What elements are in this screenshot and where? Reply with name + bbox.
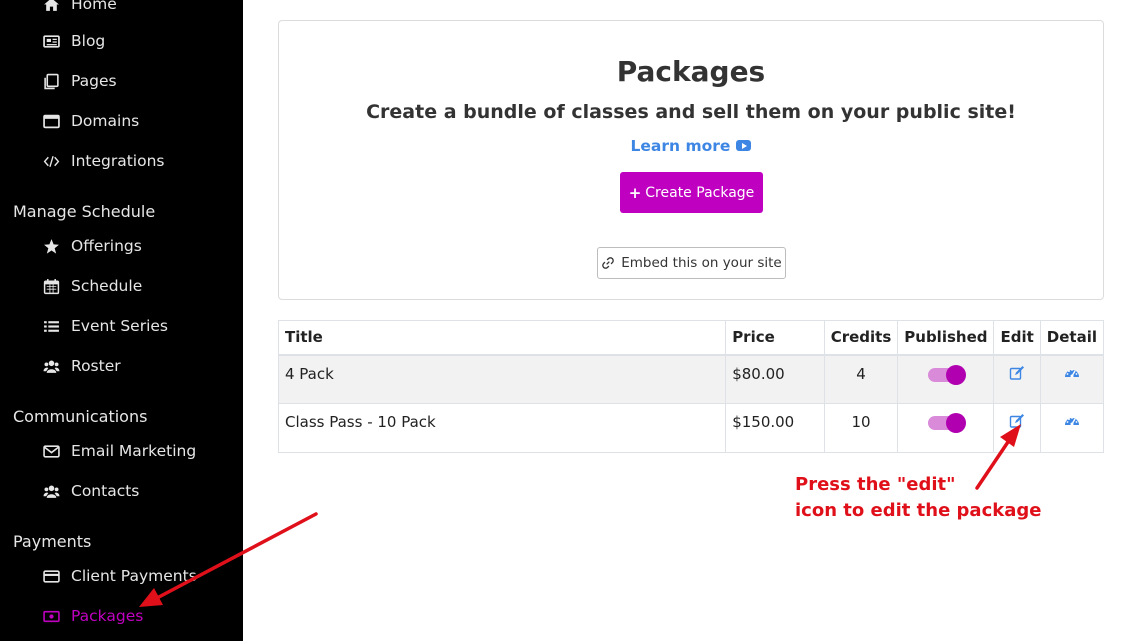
column-header-title[interactable]: Title bbox=[277, 320, 727, 356]
pages-icon bbox=[42, 72, 60, 90]
annotation-text: Press the "edit" icon to edit the packag… bbox=[795, 472, 1041, 524]
sidebar-item-label: Schedule bbox=[71, 277, 143, 295]
table-row: Class Pass - 10 Pack $150.00 10 bbox=[277, 403, 1105, 453]
newspaper-icon bbox=[42, 32, 60, 50]
column-header-detail: Detail bbox=[1039, 320, 1105, 356]
published-toggle[interactable] bbox=[927, 413, 966, 433]
sidebar-item-label: Contacts bbox=[71, 482, 140, 500]
sidebar-item-label: Home bbox=[71, 0, 117, 13]
link-icon bbox=[602, 257, 615, 269]
calendar-icon bbox=[42, 277, 60, 295]
sidebar-item-offerings[interactable]: Offerings bbox=[42, 233, 142, 259]
annotation-line-1: Press the "edit" bbox=[795, 474, 956, 495]
edit-icon[interactable] bbox=[1009, 365, 1025, 381]
sidebar-item-packages[interactable]: Packages bbox=[42, 603, 143, 629]
code-icon bbox=[42, 152, 60, 170]
page-title: Packages bbox=[616, 55, 766, 88]
table-header-row: Title Price Credits Published Edit Detai… bbox=[277, 320, 1105, 356]
sidebar-item-label: Packages bbox=[71, 607, 144, 625]
create-package-button[interactable]: + Create Package bbox=[620, 172, 763, 213]
users-icon bbox=[42, 482, 60, 500]
home-icon bbox=[42, 0, 60, 13]
dashboard-icon[interactable] bbox=[1064, 413, 1080, 429]
learn-more-link[interactable]: Learn more bbox=[279, 137, 1103, 155]
table-row: 4 Pack $80.00 4 bbox=[277, 354, 1105, 404]
star-icon bbox=[42, 237, 60, 255]
sidebar-item-event-series[interactable]: Event Series bbox=[42, 313, 168, 339]
cell-detail bbox=[1039, 354, 1105, 404]
cell-published bbox=[897, 354, 995, 404]
list-icon bbox=[42, 317, 60, 335]
sidebar-item-label: Client Payments bbox=[71, 567, 197, 585]
cell-detail bbox=[1039, 403, 1105, 453]
sidebar-item-label: Pages bbox=[71, 72, 117, 90]
users-icon bbox=[42, 357, 60, 375]
sidebar-item-domains[interactable]: Domains bbox=[42, 108, 139, 134]
column-header-published[interactable]: Published bbox=[897, 320, 995, 356]
cell-edit bbox=[993, 403, 1041, 453]
cell-credits: 10 bbox=[823, 403, 899, 453]
sidebar-item-email-marketing[interactable]: Email Marketing bbox=[42, 438, 196, 464]
packages-header-card: Packages Create a bundle of classes and … bbox=[278, 20, 1104, 300]
sidebar-item-client-payments[interactable]: Client Payments bbox=[42, 563, 197, 589]
create-package-label: Create Package bbox=[645, 184, 755, 201]
sidebar: Home Blog Pages Domains Integrations Man… bbox=[0, 0, 243, 641]
money-icon bbox=[42, 607, 60, 625]
learn-more-label: Learn more bbox=[630, 137, 731, 155]
youtube-icon bbox=[736, 140, 752, 151]
envelope-icon bbox=[42, 442, 60, 460]
published-toggle[interactable] bbox=[927, 364, 966, 385]
sidebar-item-blog[interactable]: Blog bbox=[42, 28, 105, 54]
sidebar-item-integrations[interactable]: Integrations bbox=[42, 148, 164, 174]
sidebar-item-label: Event Series bbox=[71, 317, 168, 335]
embed-button[interactable]: Embed this on your site bbox=[597, 247, 786, 279]
cell-published bbox=[897, 403, 995, 453]
cell-price: $80.00 bbox=[725, 354, 825, 404]
sidebar-item-home[interactable]: Home bbox=[42, 0, 117, 17]
cell-title: 4 Pack bbox=[277, 354, 727, 404]
cell-title: Class Pass - 10 Pack bbox=[277, 403, 727, 453]
window-icon bbox=[42, 112, 60, 130]
sidebar-item-label: Offerings bbox=[71, 237, 142, 255]
edit-icon[interactable] bbox=[1009, 413, 1025, 429]
dashboard-icon[interactable] bbox=[1064, 365, 1080, 381]
column-header-edit: Edit bbox=[993, 320, 1041, 356]
sidebar-item-contacts[interactable]: Contacts bbox=[42, 478, 139, 504]
sidebar-item-label: Blog bbox=[71, 32, 106, 50]
annotation-line-2: icon to edit the package bbox=[795, 500, 1042, 521]
column-header-credits[interactable]: Credits bbox=[823, 320, 899, 356]
plus-icon: + bbox=[628, 183, 642, 202]
credit-card-icon bbox=[42, 567, 60, 585]
sidebar-item-pages[interactable]: Pages bbox=[42, 68, 117, 94]
sidebar-item-label: Email Marketing bbox=[71, 442, 197, 460]
sidebar-item-roster[interactable]: Roster bbox=[42, 353, 121, 379]
sidebar-item-label: Roster bbox=[71, 357, 121, 375]
sidebar-item-schedule[interactable]: Schedule bbox=[42, 273, 142, 299]
cell-credits: 4 bbox=[823, 354, 899, 404]
column-header-price[interactable]: Price bbox=[725, 320, 825, 356]
cell-edit bbox=[993, 354, 1041, 404]
packages-table: Title Price Credits Published Edit Detai… bbox=[277, 320, 1105, 453]
section-payments: Payments bbox=[13, 532, 92, 551]
section-communications: Communications bbox=[13, 407, 148, 426]
page-subtitle: Create a bundle of classes and sell them… bbox=[366, 101, 1016, 123]
embed-label: Embed this on your site bbox=[621, 255, 782, 271]
cell-price: $150.00 bbox=[725, 403, 825, 453]
section-manage-schedule: Manage Schedule bbox=[13, 202, 156, 221]
sidebar-item-label: Domains bbox=[71, 112, 140, 130]
sidebar-item-label: Integrations bbox=[71, 152, 165, 170]
